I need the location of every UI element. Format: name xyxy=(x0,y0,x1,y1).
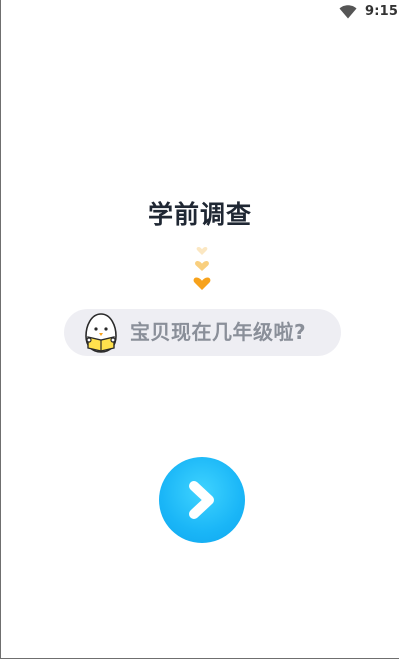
wifi-icon xyxy=(339,5,357,19)
stacked-hearts-icon xyxy=(193,247,211,290)
status-bar: 9:15 xyxy=(1,0,399,24)
next-button[interactable] xyxy=(159,457,245,543)
question-bubble: 宝贝现在几年级啦? xyxy=(64,309,341,356)
status-time: 9:15 xyxy=(365,4,399,19)
egg-mascot-icon xyxy=(85,313,117,353)
screen-frame: 9:15 学前调查 宝贝现在几年级啦? xyxy=(0,0,399,659)
page-title: 学前调查 xyxy=(147,200,252,229)
question-text: 宝贝现在几年级啦? xyxy=(130,320,307,344)
chevron-right-icon xyxy=(189,481,214,519)
